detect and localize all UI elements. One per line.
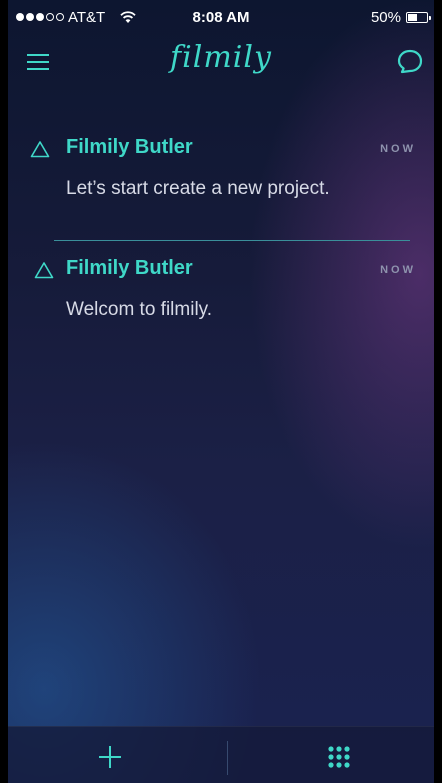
triangle-icon [30,140,50,158]
plus-icon[interactable] [92,739,128,775]
notification-title: Filmily Butler [66,257,193,279]
notification-message: Let’s start create a new project. [66,178,330,199]
app-header: filmily [8,38,434,88]
battery-fill [408,14,417,21]
battery-tip [429,16,431,20]
notification-time: NOW [380,264,416,276]
notification-title: Filmily Butler [66,136,193,158]
frame-left-edge [0,0,8,783]
notification-divider [54,240,410,241]
app-logo: filmily [170,40,272,75]
app-screen: AT&T 8:08 AM 50% filmily Filmily Butler … [0,0,442,783]
triangle-icon [34,261,54,279]
frame-right-edge [434,0,442,783]
grid-dots-icon[interactable] [324,742,354,772]
chat-bubble-icon[interactable] [396,48,424,76]
battery-indicator: 50% [370,9,431,26]
bottom-toolbar [8,726,434,783]
toolbar-divider [227,741,228,775]
notification-message: Welcom to filmily. [66,299,213,320]
battery-icon [406,12,431,23]
status-bar: AT&T 8:08 AM 50% [8,0,434,34]
battery-percent: 50% [370,9,401,26]
notification-time: NOW [380,143,416,155]
